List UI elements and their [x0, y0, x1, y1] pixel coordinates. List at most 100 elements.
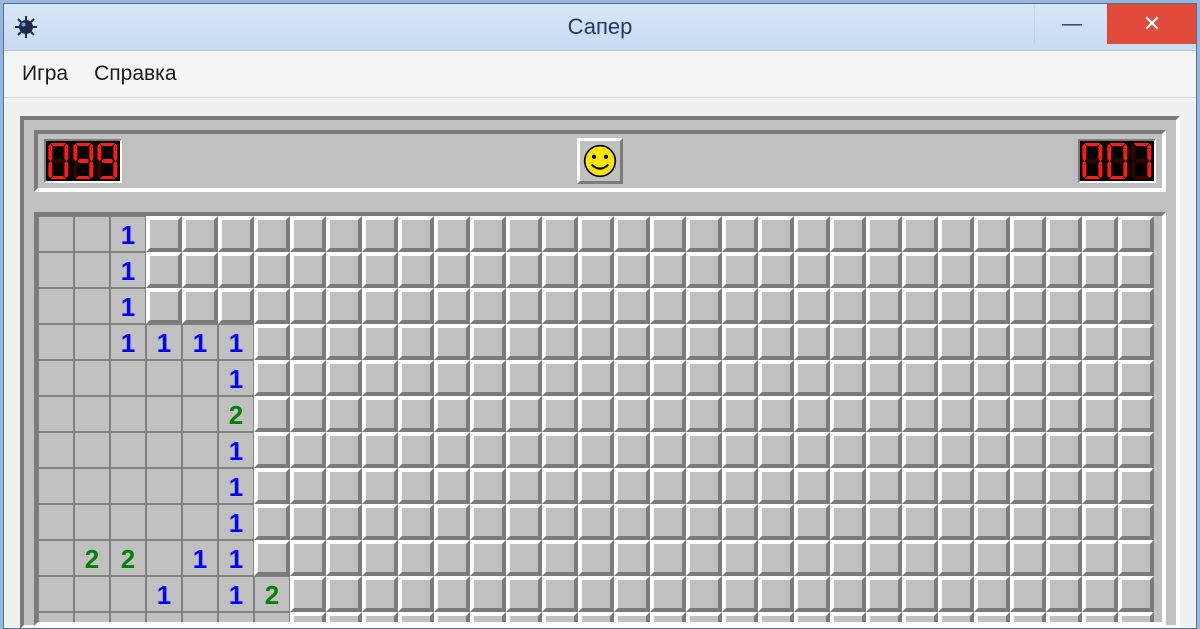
cell-covered[interactable] — [1118, 612, 1154, 626]
cell-covered[interactable] — [830, 612, 866, 626]
cell-covered[interactable] — [398, 360, 434, 396]
cell-covered[interactable] — [434, 396, 470, 432]
cell-covered[interactable] — [902, 612, 938, 626]
cell-covered[interactable] — [866, 360, 902, 396]
cell-covered[interactable] — [686, 360, 722, 396]
cell-covered[interactable] — [650, 360, 686, 396]
cell-covered[interactable] — [866, 396, 902, 432]
cell-covered[interactable] — [1010, 468, 1046, 504]
cell-covered[interactable] — [398, 288, 434, 324]
cell-covered[interactable] — [578, 540, 614, 576]
cell-covered[interactable] — [758, 360, 794, 396]
cell-covered[interactable] — [506, 504, 542, 540]
cell-covered[interactable] — [1082, 576, 1118, 612]
cell-covered[interactable] — [1082, 612, 1118, 626]
cell-covered[interactable] — [794, 324, 830, 360]
cell-covered[interactable] — [722, 576, 758, 612]
cell-covered[interactable] — [506, 612, 542, 626]
cell-covered[interactable] — [1082, 288, 1118, 324]
cell-covered[interactable] — [1118, 540, 1154, 576]
cell-covered[interactable] — [938, 540, 974, 576]
cell-covered[interactable] — [902, 576, 938, 612]
cell-covered[interactable] — [830, 540, 866, 576]
cell-covered[interactable] — [938, 576, 974, 612]
cell-covered[interactable] — [1010, 288, 1046, 324]
cell-covered[interactable] — [578, 288, 614, 324]
cell-covered[interactable] — [542, 288, 578, 324]
cell-covered[interactable] — [794, 252, 830, 288]
cell-covered[interactable] — [794, 432, 830, 468]
cell-covered[interactable] — [722, 396, 758, 432]
cell-covered[interactable] — [1118, 576, 1154, 612]
cell-covered[interactable] — [434, 468, 470, 504]
cell-covered[interactable] — [434, 288, 470, 324]
cell-covered[interactable] — [1118, 324, 1154, 360]
cell-covered[interactable] — [938, 324, 974, 360]
cell-covered[interactable] — [290, 324, 326, 360]
cell-covered[interactable] — [182, 288, 218, 324]
cell-covered[interactable] — [974, 288, 1010, 324]
cell-covered[interactable] — [902, 252, 938, 288]
cell-covered[interactable] — [866, 576, 902, 612]
cell-covered[interactable] — [938, 504, 974, 540]
cell-covered[interactable] — [686, 396, 722, 432]
cell-covered[interactable] — [1046, 324, 1082, 360]
cell-covered[interactable] — [1082, 540, 1118, 576]
cell-covered[interactable] — [1046, 216, 1082, 252]
cell-covered[interactable] — [1010, 576, 1046, 612]
cell-covered[interactable] — [650, 324, 686, 360]
minimize-button[interactable]: — — [1034, 4, 1107, 44]
cell-covered[interactable] — [578, 324, 614, 360]
cell-covered[interactable] — [614, 360, 650, 396]
cell-covered[interactable] — [1046, 252, 1082, 288]
cell-covered[interactable] — [974, 252, 1010, 288]
cell-covered[interactable] — [866, 252, 902, 288]
cell-covered[interactable] — [434, 612, 470, 626]
cell-covered[interactable] — [1082, 468, 1118, 504]
cell-covered[interactable] — [758, 576, 794, 612]
cell-covered[interactable] — [470, 468, 506, 504]
cell-covered[interactable] — [866, 216, 902, 252]
cell-covered[interactable] — [686, 216, 722, 252]
cell-covered[interactable] — [1046, 360, 1082, 396]
cell-covered[interactable] — [902, 324, 938, 360]
cell-covered[interactable] — [470, 540, 506, 576]
cell-covered[interactable] — [1010, 504, 1046, 540]
cell-covered[interactable] — [362, 468, 398, 504]
cell-covered[interactable] — [866, 504, 902, 540]
cell-covered[interactable] — [938, 396, 974, 432]
cell-covered[interactable] — [974, 360, 1010, 396]
cell-covered[interactable] — [722, 324, 758, 360]
cell-covered[interactable] — [398, 252, 434, 288]
cell-covered[interactable] — [830, 252, 866, 288]
cell-covered[interactable] — [1010, 324, 1046, 360]
cell-covered[interactable] — [578, 468, 614, 504]
cell-covered[interactable] — [830, 504, 866, 540]
cell-covered[interactable] — [614, 432, 650, 468]
close-button[interactable]: ✕ — [1107, 4, 1196, 44]
cell-covered[interactable] — [506, 288, 542, 324]
cell-covered[interactable] — [830, 576, 866, 612]
cell-covered[interactable] — [326, 216, 362, 252]
cell-covered[interactable] — [434, 432, 470, 468]
cell-covered[interactable] — [362, 324, 398, 360]
cell-covered[interactable] — [1082, 504, 1118, 540]
cell-covered[interactable] — [578, 252, 614, 288]
cell-covered[interactable] — [1010, 396, 1046, 432]
cell-covered[interactable] — [830, 216, 866, 252]
cell-covered[interactable] — [830, 324, 866, 360]
cell-covered[interactable] — [614, 216, 650, 252]
cell-covered[interactable] — [146, 252, 182, 288]
cell-covered[interactable] — [326, 432, 362, 468]
cell-covered[interactable] — [578, 396, 614, 432]
cell-covered[interactable] — [794, 396, 830, 432]
cell-covered[interactable] — [254, 468, 290, 504]
cell-covered[interactable] — [722, 612, 758, 626]
cell-covered[interactable] — [902, 288, 938, 324]
cell-covered[interactable] — [974, 612, 1010, 626]
cell-covered[interactable] — [362, 432, 398, 468]
cell-covered[interactable] — [614, 612, 650, 626]
cell-covered[interactable] — [1010, 432, 1046, 468]
cell-covered[interactable] — [1118, 252, 1154, 288]
cell-covered[interactable] — [830, 432, 866, 468]
